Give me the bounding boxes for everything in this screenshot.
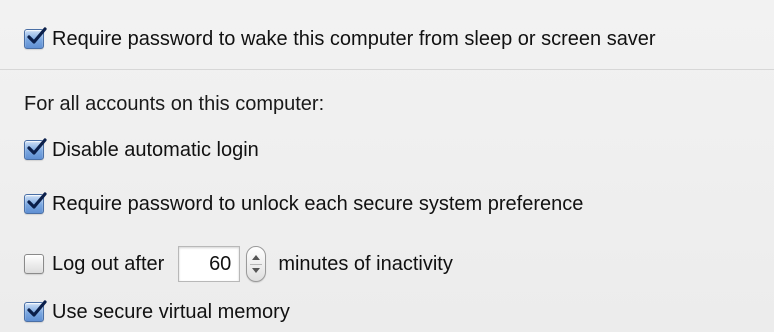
secure-virtual-memory-label: Use secure virtual memory xyxy=(52,301,290,323)
minutes-stepper[interactable] xyxy=(246,246,267,282)
checkmark-icon xyxy=(27,300,47,317)
require-password-unlock-row: Require password to unlock each secure s… xyxy=(24,192,583,216)
secure-virtual-memory-checkbox[interactable] xyxy=(24,300,47,322)
minutes-suffix-label: minutes of inactivity xyxy=(278,253,453,275)
checkmark-icon xyxy=(27,138,47,155)
require-password-unlock-label: Require password to unlock each secure s… xyxy=(52,193,584,215)
log-out-after-checkbox[interactable] xyxy=(24,254,44,274)
section-divider xyxy=(0,69,774,70)
stepper-down-arrow-icon xyxy=(252,268,261,273)
require-password-wake-row: Require password to wake this computer f… xyxy=(24,27,656,51)
disable-automatic-login-label: Disable automatic login xyxy=(52,139,259,161)
secure-virtual-memory-row: Use secure virtual memory xyxy=(24,300,290,324)
minutes-input[interactable] xyxy=(178,246,241,282)
checkmark-icon xyxy=(27,192,47,209)
log-out-after-label: Log out after xyxy=(52,253,165,275)
require-password-wake-label: Require password to wake this computer f… xyxy=(52,28,656,50)
all-accounts-heading: For all accounts on this computer: xyxy=(24,93,325,115)
require-password-unlock-checkbox[interactable] xyxy=(24,192,47,214)
checkmark-icon xyxy=(27,27,47,44)
security-preferences-panel: Require password to wake this computer f… xyxy=(0,0,774,332)
stepper-divider xyxy=(250,264,263,265)
disable-automatic-login-checkbox[interactable] xyxy=(24,138,47,160)
disable-automatic-login-row: Disable automatic login xyxy=(24,138,259,162)
stepper-up-arrow-icon xyxy=(252,255,261,260)
log-out-after-row: Log out after minutes of inactivity xyxy=(24,246,453,282)
require-password-wake-checkbox[interactable] xyxy=(24,27,47,49)
